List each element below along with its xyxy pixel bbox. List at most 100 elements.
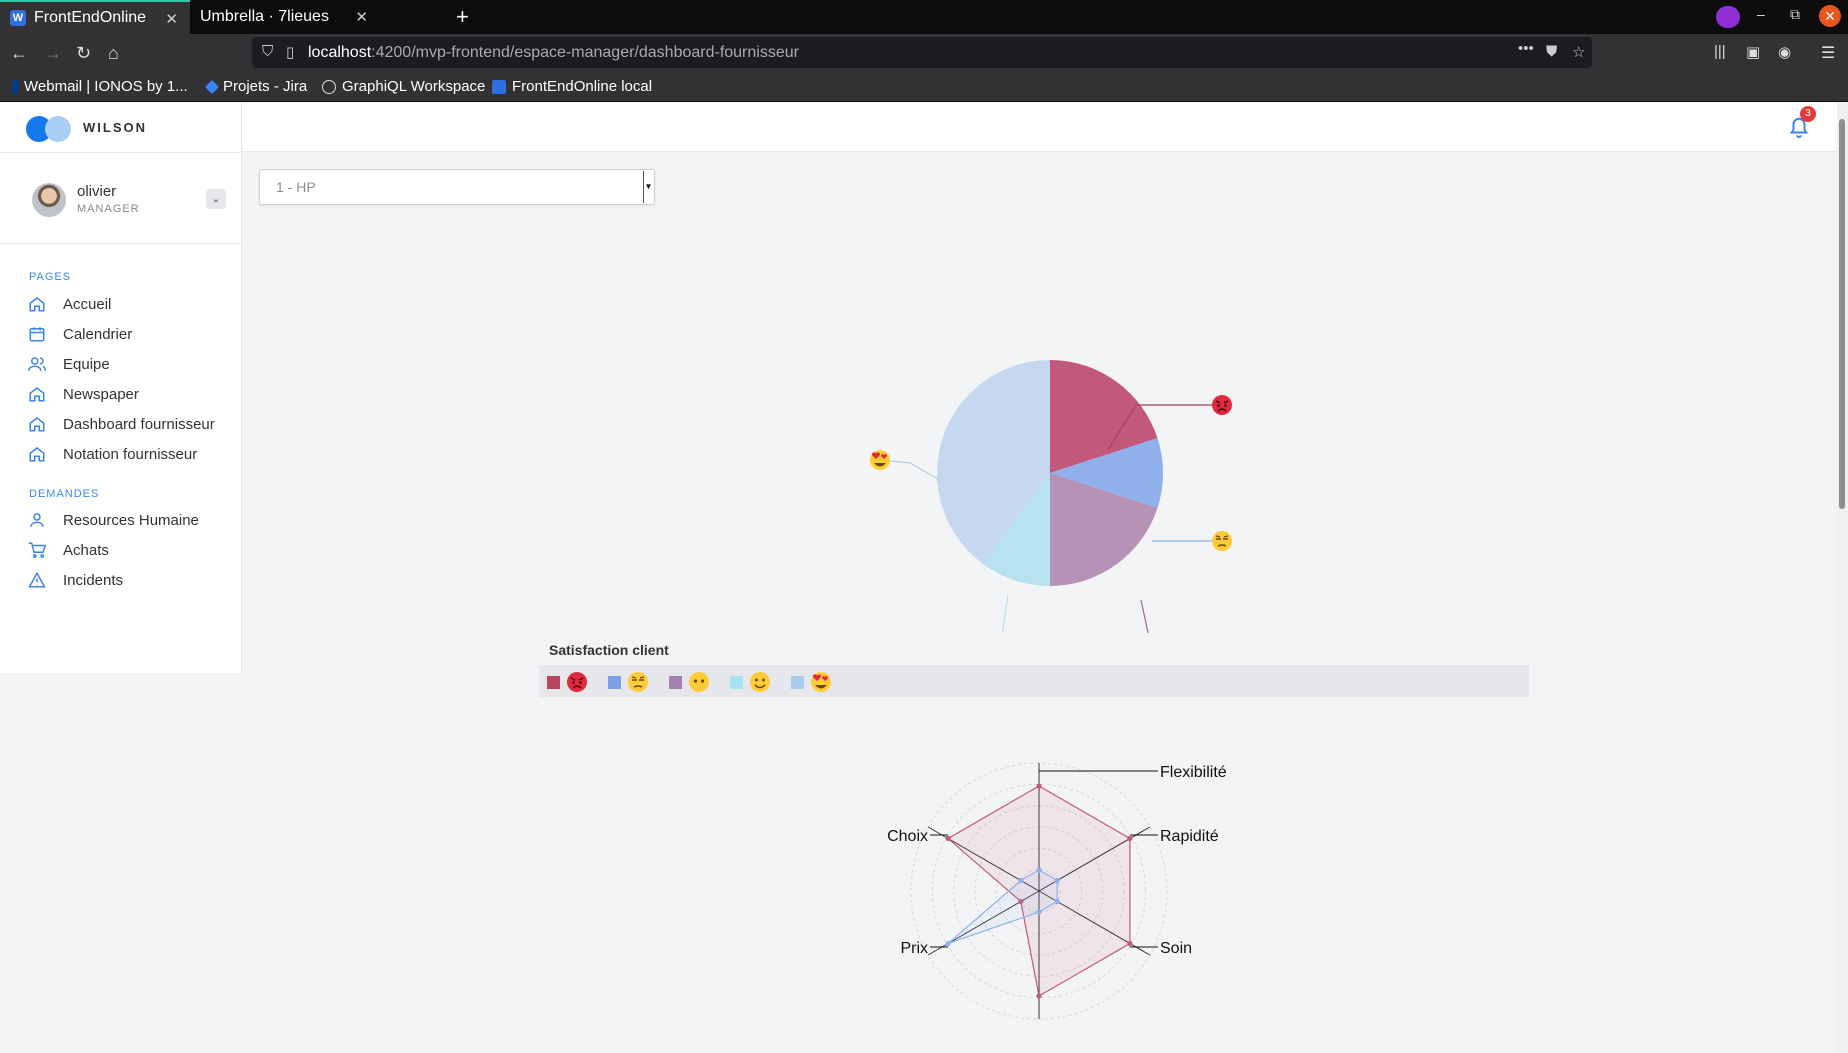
browser-tab-active[interactable]: W FrontEndOnline ✕ bbox=[0, 0, 190, 34]
top-bar: 3 bbox=[242, 103, 1837, 152]
sidebar-item-notation-fournisseur[interactable]: Notation fournisseur bbox=[28, 441, 197, 467]
section-title-pages: PAGES bbox=[29, 271, 72, 283]
sidebar-item-label: Resources Humaine bbox=[63, 511, 199, 529]
unamused-emoji-icon bbox=[628, 672, 648, 692]
sidebar: WILSON olivier MANAGER ⌄ PAGES Accueil C… bbox=[0, 103, 242, 673]
url-path: :4200/mvp-frontend/espace-manager/dashbo… bbox=[371, 44, 799, 61]
legend-item[interactable] bbox=[791, 671, 832, 693]
legend bbox=[539, 665, 1529, 697]
scrollbar[interactable] bbox=[1837, 103, 1848, 1053]
sidebar-item-label: Calendrier bbox=[63, 325, 133, 343]
sidebar-item-label: Dashboard fournisseur bbox=[63, 415, 215, 433]
legend-item[interactable] bbox=[608, 671, 649, 693]
bookmark-item[interactable]: Webmail | IONOS by 1... bbox=[12, 78, 188, 95]
bookmarks-bar: Webmail | IONOS by 1... Projets - Jira G… bbox=[0, 72, 1848, 102]
legend-swatch bbox=[608, 675, 621, 689]
radar-point bbox=[1127, 835, 1133, 842]
avatar[interactable] bbox=[32, 183, 66, 217]
restore-icon[interactable]: ⧉ bbox=[1790, 6, 1800, 23]
bookmark-item[interactable]: FrontEndOnline local bbox=[492, 78, 652, 95]
legend-item[interactable] bbox=[669, 671, 710, 693]
emoji-face bbox=[628, 672, 648, 692]
smiling-emoji-icon bbox=[750, 672, 770, 692]
radar-axis-label: Rapidité bbox=[1160, 828, 1219, 845]
browser-tab-bar: W FrontEndOnline ✕ Umbrella · 7lieues ✕ … bbox=[0, 0, 1848, 34]
emoji-face bbox=[811, 672, 831, 692]
w-favicon-icon: W bbox=[10, 10, 26, 26]
bookmark-star-icon[interactable]: ☆ bbox=[1572, 43, 1585, 61]
radar-point bbox=[1036, 783, 1042, 789]
supplier-select-value: 1 - HP bbox=[276, 179, 316, 195]
bookmark-label: Projets - Jira bbox=[223, 78, 308, 95]
url-bar[interactable]: ⛉ ▯ localhost:4200/mvp-frontend/espace-m… bbox=[252, 37, 1592, 68]
sidebar-item-incidents[interactable]: Incidents bbox=[28, 567, 123, 593]
sidebar-toggle-icon[interactable]: ▣ bbox=[1746, 43, 1760, 61]
radar-point bbox=[1036, 993, 1042, 999]
radar-axis-label: Prix bbox=[900, 940, 928, 957]
sidebar-item-resources-humaine[interactable]: Resources Humaine bbox=[28, 507, 199, 533]
bookmark-item[interactable]: Projets - Jira bbox=[204, 78, 308, 95]
user-icon bbox=[30, 513, 44, 527]
account-icon[interactable]: ◉ bbox=[1778, 43, 1791, 61]
menu-icon[interactable]: ☰ bbox=[1821, 43, 1835, 63]
w-favicon-icon bbox=[492, 79, 506, 94]
radar-point bbox=[1127, 940, 1133, 947]
sidebar-item-dashboard-fournisseur[interactable]: Dashboard fournisseur bbox=[28, 411, 215, 437]
warning-icon bbox=[28, 571, 46, 588]
legend-swatch bbox=[730, 675, 743, 689]
legend-item[interactable] bbox=[547, 671, 588, 693]
legend-swatch bbox=[547, 675, 560, 689]
chevron-down-icon[interactable]: ⌄ bbox=[206, 189, 226, 209]
sidebar-item-calendrier[interactable]: Calendrier bbox=[28, 321, 132, 347]
sidebar-item-label: Equipe bbox=[63, 355, 110, 373]
home-icon bbox=[29, 387, 45, 402]
users-icon bbox=[28, 357, 46, 371]
emoji-face bbox=[567, 672, 587, 692]
browser-tab[interactable]: Umbrella · 7lieues ✕ bbox=[190, 0, 380, 34]
wilson-logo[interactable] bbox=[26, 115, 74, 143]
back-icon[interactable]: ← bbox=[10, 43, 28, 64]
emoji-face bbox=[750, 672, 770, 692]
new-tab-icon[interactable]: + bbox=[456, 4, 469, 30]
legend-item[interactable] bbox=[730, 671, 771, 693]
pie-leader-line bbox=[1140, 599, 1149, 633]
minimize-icon[interactable]: – bbox=[1757, 6, 1765, 22]
supplier-select[interactable]: 1 - HP ▼ bbox=[259, 169, 655, 205]
more-icon[interactable]: ••• bbox=[1518, 40, 1534, 57]
angry-emoji-icon bbox=[567, 672, 587, 692]
angry-emoji-icon bbox=[1212, 395, 1232, 415]
window-close-icon[interactable]: ✕ bbox=[1819, 5, 1841, 27]
library-icon[interactable]: ||| bbox=[1714, 43, 1726, 60]
legend-title: Satisfaction client bbox=[549, 642, 669, 658]
sidebar-item-achats[interactable]: Achats bbox=[28, 537, 109, 563]
shield-icon[interactable]: ⛉ bbox=[262, 43, 273, 60]
legend-swatch bbox=[791, 675, 804, 689]
pie-leader-line bbox=[1001, 594, 1009, 633]
sidebar-item-accueil[interactable]: Accueil bbox=[28, 291, 111, 317]
url-text: localhost:4200/mvp-frontend/espace-manag… bbox=[308, 44, 799, 62]
sidebar-item-label: Incidents bbox=[63, 571, 124, 589]
pocket-icon[interactable]: ⛊ bbox=[1546, 43, 1557, 60]
chevron-down-icon[interactable]: ▼ bbox=[643, 171, 653, 203]
radar-point bbox=[945, 940, 951, 947]
sidebar-item-equipe[interactable]: Equipe bbox=[28, 351, 110, 377]
private-browsing-icon bbox=[1716, 6, 1740, 28]
scrollbar-thumb[interactable] bbox=[1839, 119, 1845, 509]
browser-nav-bar: ← → ↻ ⌂ ⛉ ▯ localhost:4200/mvp-frontend/… bbox=[0, 34, 1848, 72]
bookmark-label: GraphiQL Workspace bbox=[342, 78, 486, 95]
radar-point bbox=[1036, 867, 1042, 873]
reload-icon[interactable]: ↻ bbox=[76, 43, 91, 64]
sidebar-item-newspaper[interactable]: Newspaper bbox=[28, 381, 139, 407]
calendar-icon bbox=[29, 327, 45, 342]
bookmark-label: FrontEndOnline local bbox=[512, 78, 653, 95]
sidebar-item-label: Notation fournisseur bbox=[63, 445, 198, 463]
heart-eyes-emoji-icon bbox=[811, 672, 831, 692]
bookmark-item[interactable]: GraphiQL Workspace bbox=[322, 78, 485, 95]
forward-icon[interactable]: → bbox=[44, 43, 62, 64]
user-name: olivier bbox=[77, 183, 117, 200]
close-icon[interactable]: ✕ bbox=[355, 8, 368, 26]
close-icon[interactable]: ✕ bbox=[165, 10, 178, 28]
heart-eyes-emoji-icon bbox=[870, 450, 890, 470]
radar-axis-label: Flexibilité bbox=[1160, 764, 1227, 781]
home-icon[interactable]: ⌂ bbox=[108, 43, 119, 64]
